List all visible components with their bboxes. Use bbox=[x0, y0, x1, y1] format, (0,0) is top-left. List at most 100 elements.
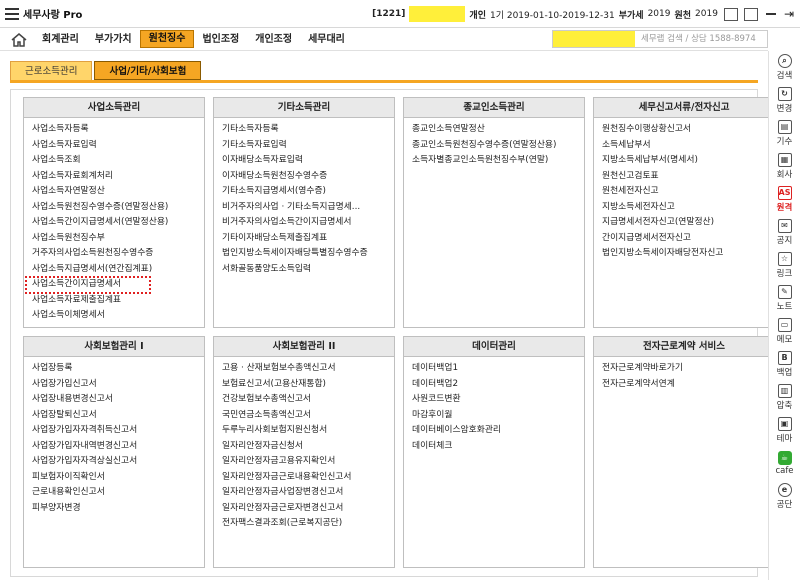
menu-item[interactable]: 일자리안정자금근로내용확인신고서 bbox=[222, 470, 394, 486]
menu-item[interactable]: 사업소득조회 bbox=[32, 153, 204, 169]
menu-item[interactable]: 서화골동품양도소득입력 bbox=[222, 262, 394, 278]
app-title: 세무사랑 Pro bbox=[23, 10, 83, 21]
menu-panel-3: 세무신고서류/전자신고 원천징수이행상황신고서 소득세납부서 지방소득세납부서(명세서… bbox=[593, 97, 775, 328]
menu-item[interactable]: 일자리안정자금근로자변경신고서 bbox=[222, 501, 394, 517]
menu-item[interactable]: 법인지방소득세이자배당전자신고 bbox=[602, 246, 774, 262]
withholding-year[interactable]: 2019 bbox=[695, 9, 718, 19]
menu-item[interactable]: 종교인소득연말정산 bbox=[412, 122, 584, 138]
menu-item[interactable]: 전자근로계약바로가기 bbox=[602, 361, 774, 377]
menu-item[interactable]: 일자리안정자금신청서 bbox=[222, 439, 394, 455]
menu-item[interactable]: 법인지방소득세이자배당특별징수영수증 bbox=[222, 246, 394, 262]
minimize-icon[interactable] bbox=[765, 13, 776, 15]
menu-item[interactable]: 사업장내용변경신고서 bbox=[32, 392, 204, 408]
menu-item[interactable]: 두루누리사회보험지원신청서 bbox=[222, 423, 394, 439]
menu-item[interactable]: 이자배당소득원천징수영수증 bbox=[222, 169, 394, 185]
sidebar-item-label: 회사 bbox=[776, 170, 793, 180]
menu-item[interactable]: 건강보험보수총액신고서 bbox=[222, 392, 394, 408]
sidebar-item-13[interactable]: e 공단 bbox=[769, 480, 800, 513]
sidebar-item-11[interactable]: ▣ 테마 bbox=[769, 414, 800, 447]
menu-item[interactable]: 사업장탈퇴신고서 bbox=[32, 408, 204, 424]
menu-item[interactable]: 원천세전자신고 bbox=[602, 184, 774, 200]
menu-item[interactable]: 마감후이월 bbox=[412, 408, 584, 424]
menu-item[interactable]: 기타소득자료입력 bbox=[222, 138, 394, 154]
calendar-icon[interactable] bbox=[743, 7, 758, 21]
sidebar-item-10[interactable]: ▥ 압축 bbox=[769, 381, 800, 414]
sidebar-item-9[interactable]: B 백업 bbox=[769, 348, 800, 381]
menu-item[interactable]: 사업소득자료제출집계표 bbox=[32, 293, 204, 309]
search-box[interactable]: 세무랩 검색 / 상담 1588-8974 bbox=[552, 30, 768, 48]
menu-item[interactable]: 간이지급명세서전자신고 bbox=[602, 231, 774, 247]
nav-tab-3[interactable]: 법인조정 bbox=[194, 30, 247, 50]
menu-panel-2: 종교인소득관리 종교인소득연말정산 종교인소득원천징수영수증(연말정산용) 소득자별종… bbox=[403, 97, 585, 328]
menu-item[interactable]: 사업장가입신고서 bbox=[32, 377, 204, 393]
menu-item[interactable]: 종교인소득원천징수영수증(연말정산용) bbox=[412, 138, 584, 154]
nav-tab-5[interactable]: 세무대리 bbox=[300, 30, 353, 50]
menu-item[interactable]: 사업소득자연말정산 bbox=[32, 184, 204, 200]
menu-item[interactable]: 사업소득간이지급명세서 bbox=[25, 276, 151, 294]
menu-item[interactable]: 사업소득원천징수부 bbox=[32, 231, 204, 247]
menu-item[interactable]: 데이터베이스암호화관리 bbox=[412, 423, 584, 439]
menu-item[interactable]: 지방소득세납부서(명세서) bbox=[602, 153, 774, 169]
menu-item[interactable]: 일자리안정자금고용유지확인서 bbox=[222, 454, 394, 470]
menu-item[interactable]: 근로내용확인신고서 bbox=[32, 485, 204, 501]
menu-item[interactable]: 사업장가입자내역변경신고서 bbox=[32, 439, 204, 455]
nav-tab-1[interactable]: 부가가치 bbox=[87, 30, 140, 50]
menu-item[interactable]: 사업소득원천징수영수증(연말정산용) bbox=[32, 200, 204, 216]
sidebar-item-1[interactable]: ↻ 변경 bbox=[769, 84, 800, 117]
sidebar-item-4[interactable]: AS 원격 bbox=[769, 183, 800, 216]
nav-tab-2[interactable]: 원천징수 bbox=[139, 29, 195, 48]
menu-item[interactable]: 데이터백업2 bbox=[412, 377, 584, 393]
menu-item[interactable]: 비거주자의사업소득간이지급명세서 bbox=[222, 215, 394, 231]
menu-item[interactable]: 지급명세서전자신고(연말정산) bbox=[602, 215, 774, 231]
menu-item[interactable]: 기타소득지급명세서(영수증) bbox=[222, 184, 394, 200]
menu-item[interactable]: 피보험자이직확인서 bbox=[32, 470, 204, 486]
sidebar-item-8[interactable]: ▭ 메모 bbox=[769, 315, 800, 348]
menu-item[interactable]: 기타소득자등록 bbox=[222, 122, 394, 138]
menu-item[interactable]: 고용 · 산재보험보수총액신고서 bbox=[222, 361, 394, 377]
nav-tab-0[interactable]: 회계관리 bbox=[34, 30, 87, 50]
menu-item[interactable]: 원천신고검토표 bbox=[602, 169, 774, 185]
fiscal-period[interactable]: 1기 2019-01-10-2019-12-31 bbox=[490, 8, 615, 21]
menu-item[interactable]: 보험료신고서(고용산재통합) bbox=[222, 377, 394, 393]
menu-item[interactable]: 사업소득자료회계처리 bbox=[32, 169, 204, 185]
hamburger-menu-icon[interactable] bbox=[5, 7, 19, 20]
subtab-1[interactable]: 사업/기타/사회보험 bbox=[94, 61, 202, 80]
menu-item[interactable]: 소득세납부서 bbox=[602, 138, 774, 154]
menu-item[interactable]: 사업소득간이지급명세서(연말정산용) bbox=[32, 215, 204, 231]
sidebar-item-5[interactable]: ✉ 공지 bbox=[769, 216, 800, 249]
nav-tab-4[interactable]: 개인조정 bbox=[247, 30, 300, 50]
menu-item[interactable]: 사업소득자등록 bbox=[32, 122, 204, 138]
menu-item[interactable]: 사업장가입자자격취득신고서 bbox=[32, 423, 204, 439]
sidebar-item-3[interactable]: ▦ 회사 bbox=[769, 150, 800, 183]
sidebar-item-12[interactable]: ☕ cafe bbox=[769, 447, 800, 480]
menu-item[interactable]: 데이터체크 bbox=[412, 439, 584, 455]
sidebar-item-0[interactable]: ⌕ 검색 bbox=[769, 51, 800, 84]
sidebar-item-2[interactable]: ▤ 기수 bbox=[769, 117, 800, 150]
menu-item[interactable]: 전자팩스결과조회(근로복지공단) bbox=[222, 516, 394, 532]
menu-item[interactable]: 비거주자의사업 · 기타소득지급명세... bbox=[222, 200, 394, 216]
sidebar-item-7[interactable]: ✎ 노트 bbox=[769, 282, 800, 315]
menu-item[interactable]: 거주자의사업소득원천징수영수증 bbox=[32, 246, 204, 262]
menu-item[interactable]: 사업소득이체명세서 bbox=[32, 308, 204, 324]
exit-icon[interactable]: ⇥ bbox=[784, 7, 794, 21]
menu-item[interactable]: 이자배당소득자료입력 bbox=[222, 153, 394, 169]
menu-item[interactable]: 사업장등록 bbox=[32, 361, 204, 377]
menu-item[interactable]: 피부양자변경 bbox=[32, 501, 204, 517]
menu-item[interactable]: 일자리안정자금사업장변경신고서 bbox=[222, 485, 394, 501]
menu-item[interactable]: 전자근로계약서연계 bbox=[602, 377, 774, 393]
subtab-0[interactable]: 근로소득관리 bbox=[10, 61, 93, 80]
menu-item[interactable]: 사업소득지급명세서(연간집계표) bbox=[32, 262, 204, 278]
menu-item[interactable]: 원천징수이행상황신고서 bbox=[602, 122, 774, 138]
menu-item[interactable]: 소득자별종교인소득원천징수부(연말) bbox=[412, 153, 584, 169]
menu-item[interactable]: 지방소득세전자신고 bbox=[602, 200, 774, 216]
menu-item[interactable]: 데이터백업1 bbox=[412, 361, 584, 377]
menu-item[interactable]: 기타이자배당소득제출집계표 bbox=[222, 231, 394, 247]
menu-item[interactable]: 국민연금소득총액신고서 bbox=[222, 408, 394, 424]
grid-icon[interactable] bbox=[723, 7, 738, 21]
menu-item[interactable]: 사원코드변환 bbox=[412, 392, 584, 408]
sidebar-item-6[interactable]: ☆ 링크 bbox=[769, 249, 800, 282]
vat-year[interactable]: 2019 bbox=[648, 9, 671, 19]
menu-item[interactable]: 사업소득자료입력 bbox=[32, 138, 204, 154]
home-icon[interactable] bbox=[10, 32, 28, 48]
menu-item[interactable]: 사업장가입자자격상실신고서 bbox=[32, 454, 204, 470]
